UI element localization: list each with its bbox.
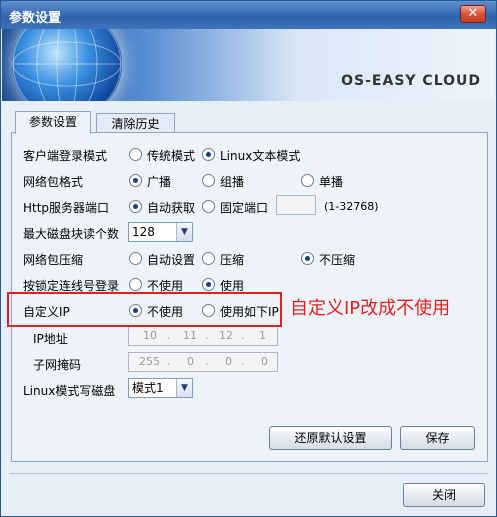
packet-format-unicast-label: 单播 (319, 175, 344, 189)
compression-auto-radio[interactable] (129, 252, 142, 265)
chevron-down-icon[interactable]: ▼ (176, 223, 192, 241)
subnet-mask-input[interactable]: 255 . 0 . 0 . 0 (128, 352, 278, 372)
subnet-mask-label: 子网掩码 (33, 358, 82, 372)
compression-on-radio[interactable] (202, 252, 215, 265)
http-port-fixed-label: 固定端口 (220, 201, 269, 215)
max-block-select[interactable]: 128 ▼ (128, 222, 193, 242)
restore-default-button[interactable]: 还原默认设置 (269, 426, 392, 450)
http-port-range-hint: (1-32768) (324, 200, 379, 213)
close-button[interactable]: 关闭 (403, 483, 485, 507)
compression-off-radio[interactable] (301, 252, 314, 265)
packet-format-unicast-radio[interactable] (301, 174, 314, 187)
login-mode-label: 客户端登录模式 (23, 149, 108, 163)
packet-format-label: 网络包格式 (23, 175, 84, 189)
save-button[interactable]: 保存 (400, 426, 475, 450)
http-port-auto-label: 自动获取 (147, 201, 196, 215)
login-mode-linux-label: Linux文本模式 (220, 149, 301, 163)
brand-logo: OS-EASY CLOUD (341, 73, 481, 89)
login-mode-traditional-radio[interactable] (129, 148, 142, 161)
lock-login-off-radio[interactable] (129, 278, 142, 291)
annotation-text: 自定义IP改成不使用 (290, 298, 451, 319)
login-mode-traditional-label: 传统模式 (147, 149, 196, 163)
lock-login-on-radio[interactable] (202, 278, 215, 291)
linux-write-label: Linux模式写磁盘 (23, 384, 116, 398)
settings-dialog: 参数设置 ✕ OS-EASY CLOUD 参数设置 清除历史 客户端登录模式 传… (0, 0, 497, 517)
ip-address-input[interactable]: 10 . 11 . 12 . 1 (128, 326, 278, 346)
tab-settings[interactable]: 参数设置 (15, 111, 91, 134)
ip-address-label: IP地址 (33, 332, 68, 346)
tab-clear-history[interactable]: 清除历史 (96, 113, 175, 133)
compression-off-label: 不压缩 (319, 253, 356, 267)
packet-format-multicast-radio[interactable] (202, 174, 215, 187)
http-port-label: Http服务器端口 (23, 201, 110, 215)
banner: OS-EASY CLOUD (2, 29, 495, 101)
http-port-auto-radio[interactable] (129, 200, 142, 213)
linux-write-value: 模式1 (132, 381, 164, 395)
chevron-down-icon[interactable]: ▼ (176, 379, 192, 397)
compression-auto-label: 自动设置 (147, 253, 196, 267)
close-icon[interactable]: ✕ (460, 5, 486, 23)
annotation-highlight-box (7, 292, 282, 327)
http-port-fixed-radio[interactable] (202, 200, 215, 213)
http-port-input[interactable] (276, 195, 316, 215)
max-block-value: 128 (132, 225, 155, 239)
linux-write-select[interactable]: 模式1 ▼ (128, 378, 193, 398)
divider (9, 473, 488, 474)
window-title: 参数设置 (9, 11, 62, 26)
packet-format-broadcast-label: 广播 (147, 175, 172, 189)
packet-format-multicast-label: 组播 (220, 175, 245, 189)
globe-grid (12, 29, 122, 101)
login-mode-linux-radio[interactable] (202, 148, 215, 161)
max-block-label: 最大磁盘块读个数 (23, 227, 120, 241)
compression-label: 网络包压缩 (23, 253, 84, 267)
compression-on-label: 压缩 (220, 253, 245, 267)
packet-format-broadcast-radio[interactable] (129, 174, 142, 187)
title-bar[interactable]: 参数设置 ✕ (1, 1, 496, 29)
